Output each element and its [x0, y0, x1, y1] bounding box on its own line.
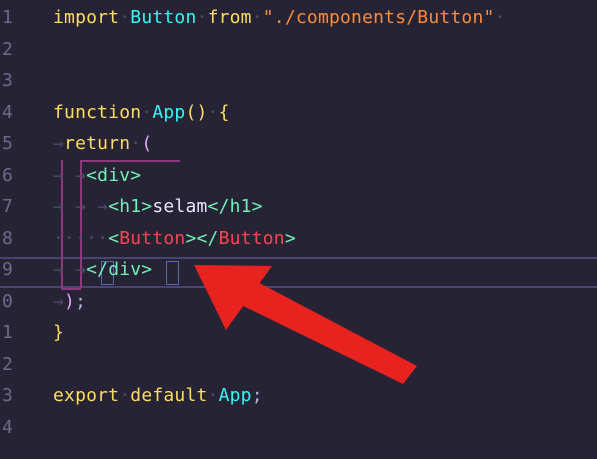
red-arrow-annotation: [194, 265, 417, 384]
arrow-shaft: [231, 277, 417, 384]
code-editor[interactable]: 1 import·Button·from·"./components/Button…: [0, 0, 597, 459]
